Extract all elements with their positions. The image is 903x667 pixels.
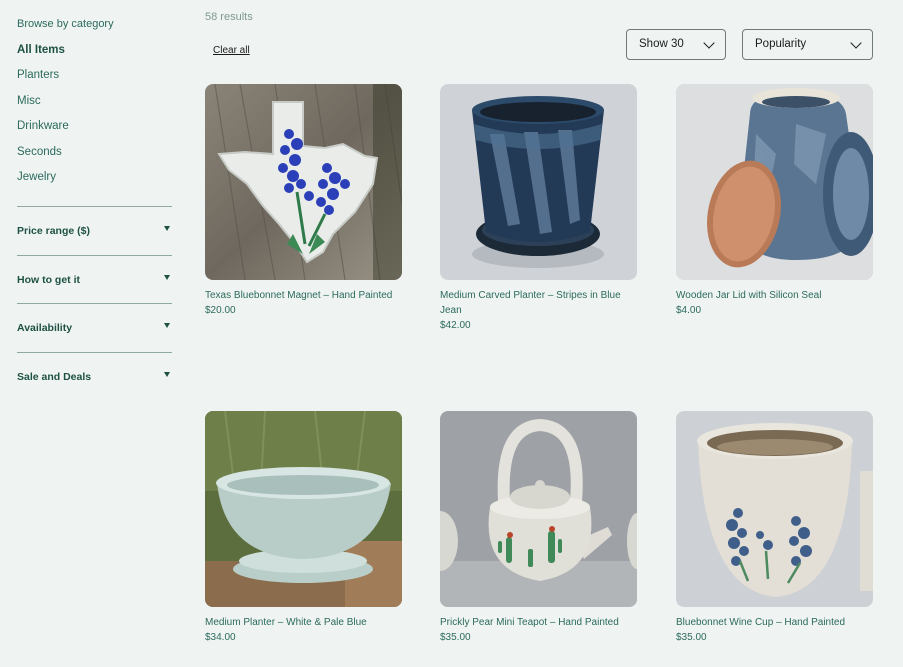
results-count: 58 results: [205, 11, 253, 23]
show-count-select[interactable]: Show 30: [626, 29, 726, 60]
caret-down-icon: [164, 226, 170, 231]
caret-down-icon: [164, 275, 170, 280]
caret-down-icon: [164, 372, 170, 377]
product-name[interactable]: Prickly Pear Mini Teapot – Hand Painted: [440, 615, 637, 630]
category-jewelry[interactable]: Jewelry: [17, 171, 56, 183]
product-card[interactable]: Texas Bluebonnet Magnet – Hand Painted $…: [205, 84, 402, 316]
sort-select[interactable]: Popularity: [742, 29, 873, 60]
category-planters[interactable]: Planters: [17, 69, 59, 81]
filter-price-range[interactable]: Price range ($): [17, 206, 172, 255]
filter-how-to-get-it[interactable]: How to get it: [17, 255, 172, 304]
clear-all-link[interactable]: Clear all: [213, 45, 250, 56]
filter-label: Availability: [17, 322, 73, 334]
product-name[interactable]: Texas Bluebonnet Magnet – Hand Painted: [205, 288, 402, 303]
product-card[interactable]: Bluebonnet Wine Cup – Hand Painted $35.0…: [676, 411, 873, 643]
product-price: $34.00: [205, 632, 236, 643]
category-drinkware[interactable]: Drinkware: [17, 120, 69, 132]
show-count-value: Show 30: [639, 38, 684, 50]
product-card[interactable]: Wooden Jar Lid with Silicon Seal $4.00: [676, 84, 873, 316]
filter-label: Sale and Deals: [17, 371, 92, 383]
filter-availability[interactable]: Availability: [17, 303, 172, 352]
product-price: $20.00: [205, 305, 236, 316]
filter-label: Price range ($): [17, 225, 90, 237]
product-card[interactable]: Prickly Pear Mini Teapot – Hand Painted …: [440, 411, 637, 643]
product-image[interactable]: [676, 84, 873, 280]
product-name[interactable]: Wooden Jar Lid with Silicon Seal: [676, 288, 873, 303]
product-name[interactable]: Bluebonnet Wine Cup – Hand Painted: [676, 615, 873, 630]
product-card[interactable]: Medium Carved Planter – Stripes in Blue …: [440, 84, 637, 331]
chevron-down-icon: [703, 37, 715, 49]
product-name[interactable]: Medium Planter – White & Pale Blue: [205, 615, 402, 630]
category-misc[interactable]: Misc: [17, 95, 41, 107]
sort-value: Popularity: [755, 38, 807, 50]
caret-down-icon: [164, 323, 170, 328]
product-image[interactable]: [440, 84, 637, 280]
product-price: $35.00: [676, 632, 707, 643]
product-image[interactable]: [205, 84, 402, 280]
product-image[interactable]: [676, 411, 873, 607]
product-name[interactable]: Medium Carved Planter – Stripes in Blue …: [440, 288, 637, 318]
category-seconds[interactable]: Seconds: [17, 146, 62, 158]
chevron-down-icon: [850, 37, 862, 49]
filter-sale-and-deals[interactable]: Sale and Deals: [17, 352, 172, 401]
product-image[interactable]: [440, 411, 637, 607]
product-price: $35.00: [440, 632, 471, 643]
product-image[interactable]: [205, 411, 402, 607]
product-card[interactable]: Medium Planter – White & Pale Blue $34.0…: [205, 411, 402, 643]
product-price: $4.00: [676, 305, 702, 316]
filter-label: How to get it: [17, 274, 80, 286]
product-price: $42.00: [440, 320, 471, 331]
browse-title: Browse by category: [17, 18, 114, 30]
category-all-items[interactable]: All Items: [17, 44, 65, 56]
